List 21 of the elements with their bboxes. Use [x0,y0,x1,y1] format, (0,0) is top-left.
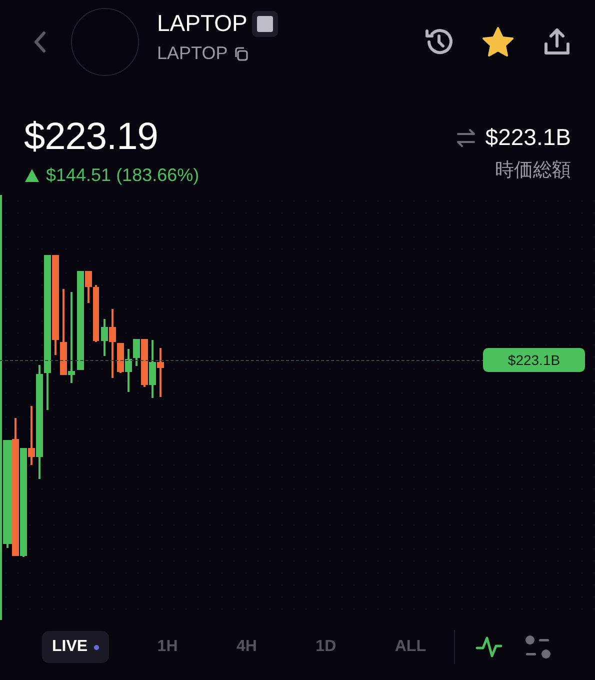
avatar [71,8,139,76]
timeframe-tab[interactable]: LIVE [42,631,109,663]
price-tag: $223.1B [483,348,585,372]
swap-icon[interactable] [455,128,478,148]
timeframe-tab[interactable]: 1D [306,631,346,663]
back-icon[interactable] [33,31,47,53]
line-chart-icon[interactable] [475,635,503,659]
copy-icon[interactable] [232,46,249,62]
market-cap-label: 時価総額 [495,159,571,183]
timeframe-tab[interactable]: 1H [147,631,188,663]
token-symbol: LAPTOP [157,43,228,64]
token-title: LAPTOP [157,10,248,37]
settings-icon[interactable] [525,635,551,659]
square-icon [252,10,278,36]
triangle-icon [24,168,40,183]
price-change: $144.51 (183.66%) [46,165,200,186]
timeframe-tab[interactable]: 4H [226,631,267,663]
market-cap-value: $223.1B [485,124,571,151]
star-icon[interactable] [481,26,515,58]
timeframe-tab[interactable]: ALL [384,631,436,663]
price-value: $223.19 [24,116,159,159]
